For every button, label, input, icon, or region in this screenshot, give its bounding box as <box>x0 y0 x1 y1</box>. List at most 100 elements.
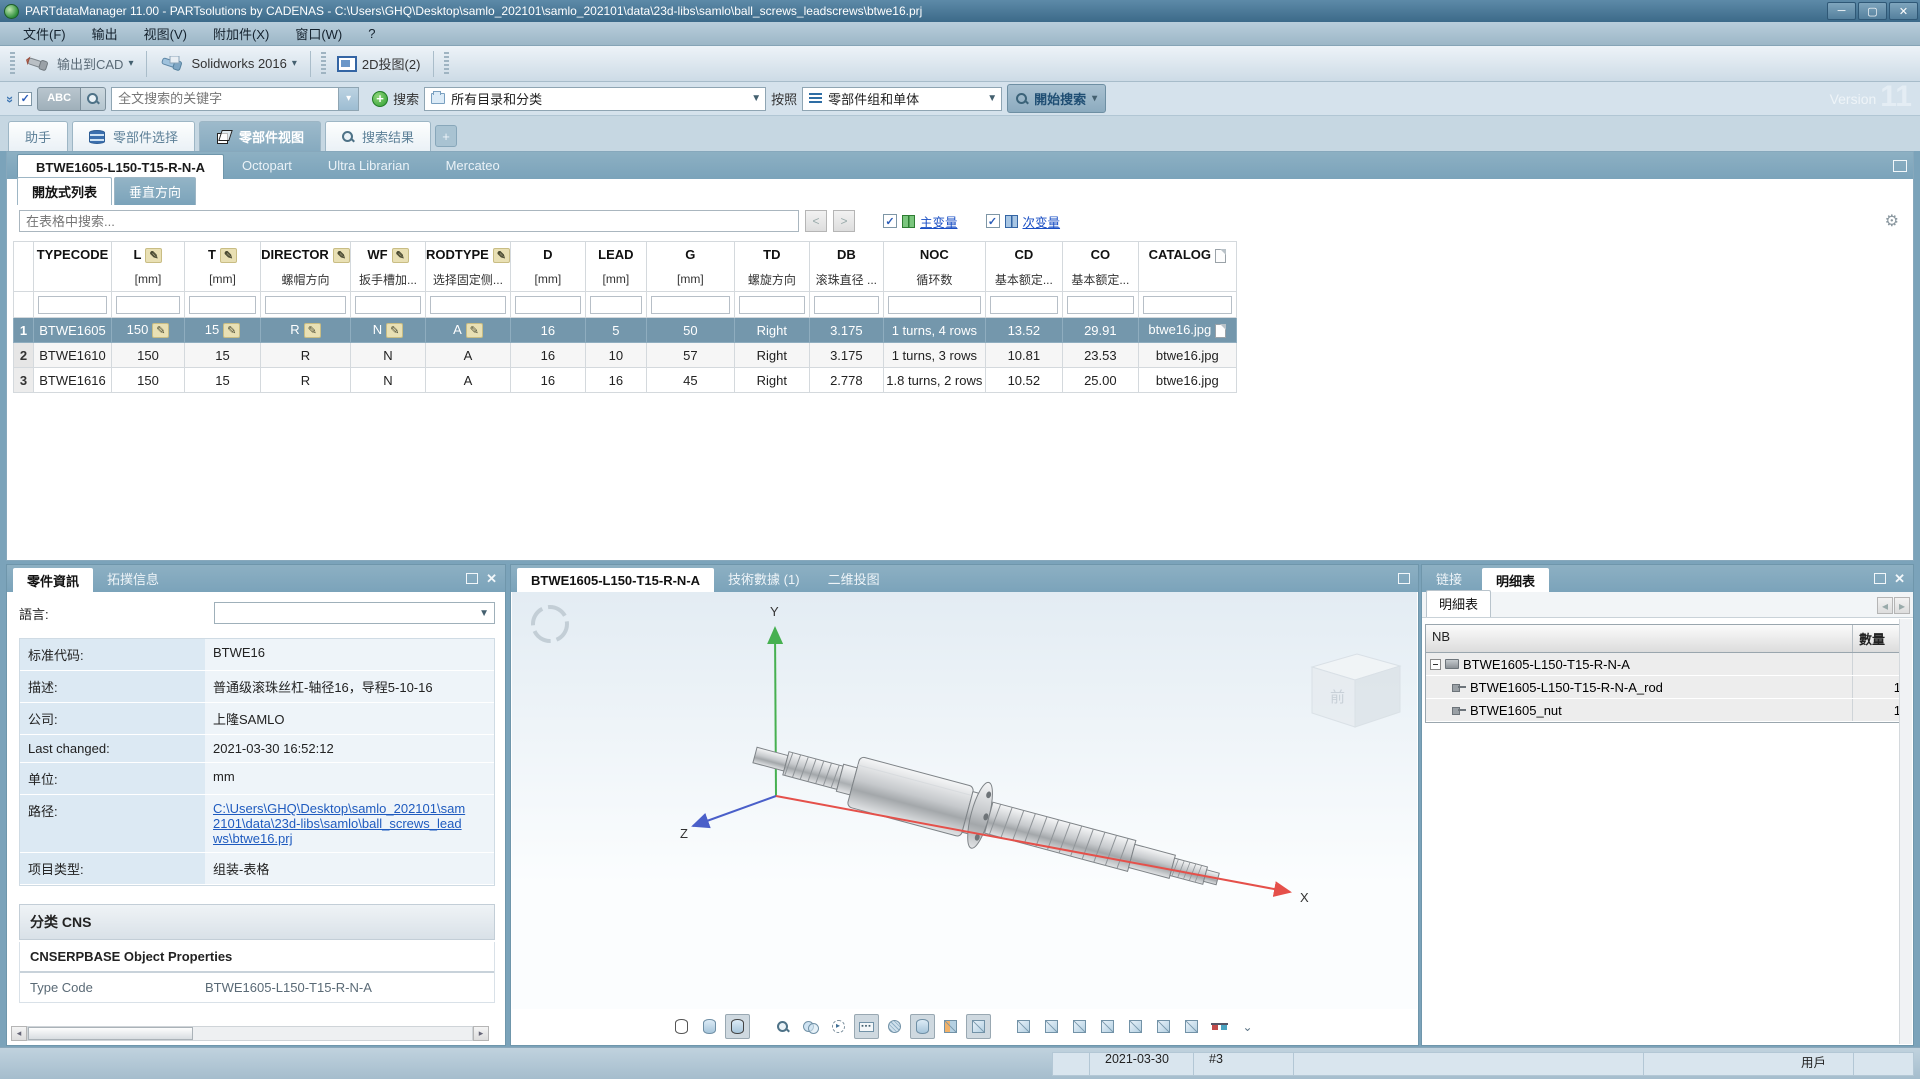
view-cube-2-icon[interactable] <box>1039 1014 1064 1039</box>
menu-help[interactable]: ? <box>355 23 388 44</box>
project-path-link[interactable]: C:\Users\GHQ\Desktop\samlo_202101\sam 21… <box>213 801 486 846</box>
filter-input[interactable] <box>888 296 981 314</box>
start-search-button[interactable]: 開始搜索 ▾ <box>1007 84 1106 113</box>
menu-view[interactable]: 视图(V) <box>131 21 200 46</box>
edit-pencil-icon[interactable]: ✎ <box>392 248 409 263</box>
abc-search-toggle[interactable]: ABC <box>37 87 81 111</box>
bom-row-assembly[interactable]: BTWE1605-L150-T15-R-N-A <box>1426 653 1909 676</box>
filter-input[interactable] <box>739 296 805 314</box>
col-g[interactable]: G <box>646 242 734 268</box>
col-noc[interactable]: NOC <box>883 242 985 268</box>
tab-octopart[interactable]: Octopart <box>224 152 310 179</box>
export-to-cad-button[interactable]: 输出到CAD ▾ <box>19 50 140 77</box>
collapse-chevrons-icon[interactable]: » <box>3 96 18 101</box>
shaded-view-icon[interactable] <box>697 1014 722 1039</box>
col-catalog[interactable]: CATALOG <box>1138 242 1236 268</box>
close-panel-icon[interactable]: ✕ <box>486 571 497 587</box>
filter-input[interactable] <box>515 296 581 314</box>
maximize-panel-icon[interactable] <box>466 573 478 584</box>
scrollbar-track[interactable] <box>27 1026 473 1041</box>
secondary-variables-checkbox[interactable]: ✓ <box>986 214 1000 228</box>
primary-variables-checkbox[interactable]: ✓ <box>883 214 897 228</box>
tab-bom[interactable]: 明细表 <box>1482 568 1549 592</box>
wireframe-view-icon[interactable] <box>669 1014 694 1039</box>
filter-input[interactable] <box>38 296 107 314</box>
tab-search-results[interactable]: 搜索结果 <box>325 121 431 151</box>
col-rodtype[interactable]: RODTYPE✎ <box>426 242 511 268</box>
vertical-scrollbar[interactable] <box>1899 619 1912 1044</box>
shaded-edges-view-icon[interactable] <box>725 1014 750 1039</box>
projection-2d-button[interactable]: 2D投图(2) <box>330 50 428 77</box>
view-cube-5-icon[interactable] <box>1123 1014 1148 1039</box>
table-search-input[interactable] <box>19 210 799 232</box>
filter-input[interactable] <box>430 296 506 314</box>
tab-assistant[interactable]: 助手 <box>8 121 68 151</box>
tab-open-list[interactable]: 開放式列表 <box>17 177 112 205</box>
filter-input[interactable] <box>355 296 421 314</box>
maximize-icon[interactable]: ▢ <box>1858 2 1887 20</box>
anaglyph-3d-icon[interactable] <box>1207 1014 1232 1039</box>
3d-viewport[interactable]: 前 <box>512 592 1417 1009</box>
col-typecode[interactable]: TYPECODE <box>34 242 112 268</box>
tessellation-icon[interactable] <box>882 1014 907 1039</box>
view-cube-3-icon[interactable] <box>1067 1014 1092 1039</box>
dimensioning-icon[interactable] <box>910 1014 935 1039</box>
scrollbar-thumb[interactable] <box>28 1027 193 1040</box>
primary-variables-link[interactable]: 主变量 <box>920 212 958 231</box>
tab-topology-info[interactable]: 拓撲信息 <box>93 565 173 592</box>
scroll-tabs-left-icon[interactable]: ◂ <box>1877 597 1893 614</box>
edit-pencil-icon[interactable]: ✎ <box>493 248 510 263</box>
catalog-scope-combobox[interactable]: 所有目录和分类 ▼ <box>424 87 766 111</box>
filter-input[interactable] <box>990 296 1058 314</box>
chevron-down-icon[interactable]: ▾ <box>292 58 297 69</box>
tab-part-info[interactable]: 零件資訊 <box>13 568 93 592</box>
bom-col-nb[interactable]: NB <box>1426 625 1853 652</box>
3d-viewport-model[interactable]: 前 <box>512 592 1417 1009</box>
secondary-variables-link[interactable]: 次变量 <box>1023 212 1061 231</box>
add-search-icon[interactable]: + <box>372 91 388 107</box>
language-combobox[interactable]: ▼ <box>214 602 495 624</box>
col-td[interactable]: TD <box>734 242 809 268</box>
filter-input[interactable] <box>651 296 730 314</box>
close-icon[interactable]: ✕ <box>1889 2 1918 20</box>
search-enable-checkbox[interactable]: ✓ <box>18 92 32 106</box>
table-row[interactable]: 2 BTWE1610 150 15 R N A 16 10 57 Right 3… <box>14 343 1237 368</box>
ball-screw-model[interactable] <box>746 722 1226 912</box>
col-db[interactable]: DB <box>809 242 883 268</box>
filter-input[interactable] <box>265 296 346 314</box>
horizontal-scrollbar[interactable]: ◂ ▸ <box>11 1025 489 1041</box>
bom-row-part[interactable]: BTWE1605_nut 1 <box>1426 699 1909 722</box>
edit-pencil-icon[interactable]: ✎ <box>333 248 350 263</box>
edit-pencil-icon[interactable]: ✎ <box>386 323 403 338</box>
col-director[interactable]: DIRECTOR✎ <box>261 242 351 268</box>
tab-part-selection[interactable]: 零部件选择 <box>72 121 195 151</box>
tab-technical-data[interactable]: 技術數據 (1) <box>714 565 814 592</box>
add-tab-button[interactable]: + <box>435 125 457 147</box>
view-cube-6-icon[interactable] <box>1151 1014 1176 1039</box>
bom-row-part[interactable]: BTWE1605-L150-T15-R-N-A_rod 1 <box>1426 676 1909 699</box>
rotation-compass-icon[interactable] <box>533 607 567 641</box>
section-view-icon[interactable] <box>938 1014 963 1039</box>
prev-match-button[interactable]: < <box>805 210 827 232</box>
edit-pencil-icon[interactable]: ✎ <box>145 248 162 263</box>
isometric-view-icon[interactable] <box>966 1014 991 1039</box>
filter-input[interactable] <box>814 296 879 314</box>
menu-window[interactable]: 窗口(W) <box>282 21 355 46</box>
edit-pencil-icon[interactable]: ✎ <box>223 323 240 338</box>
view-cube-7-icon[interactable] <box>1179 1014 1204 1039</box>
edit-pencil-icon[interactable]: ✎ <box>304 323 321 338</box>
tab-ultra-librarian[interactable]: Ultra Librarian <box>310 152 428 179</box>
tab-part-code[interactable]: BTWE1605-L150-T15-R-N-A <box>17 154 224 179</box>
close-panel-icon[interactable]: ✕ <box>1894 571 1905 587</box>
tab-3d-view[interactable]: BTWE1605-L150-T15-R-N-A <box>517 568 714 592</box>
edit-pencil-icon[interactable]: ✎ <box>220 248 237 263</box>
view-cube-4-icon[interactable] <box>1095 1014 1120 1039</box>
tab-2d-derivation[interactable]: 二维投图 <box>814 565 894 592</box>
scroll-left-icon[interactable]: ◂ <box>11 1026 27 1041</box>
maximize-panel-icon[interactable] <box>1874 573 1886 584</box>
zoom-fit-icon[interactable] <box>770 1014 795 1039</box>
col-cd[interactable]: CD <box>985 242 1062 268</box>
subtab-bom[interactable]: 明細表 <box>1426 590 1491 617</box>
scroll-tabs-right-icon[interactable]: ▸ <box>1894 597 1910 614</box>
table-settings-gear-icon[interactable]: ⚙ <box>1885 211 1899 231</box>
